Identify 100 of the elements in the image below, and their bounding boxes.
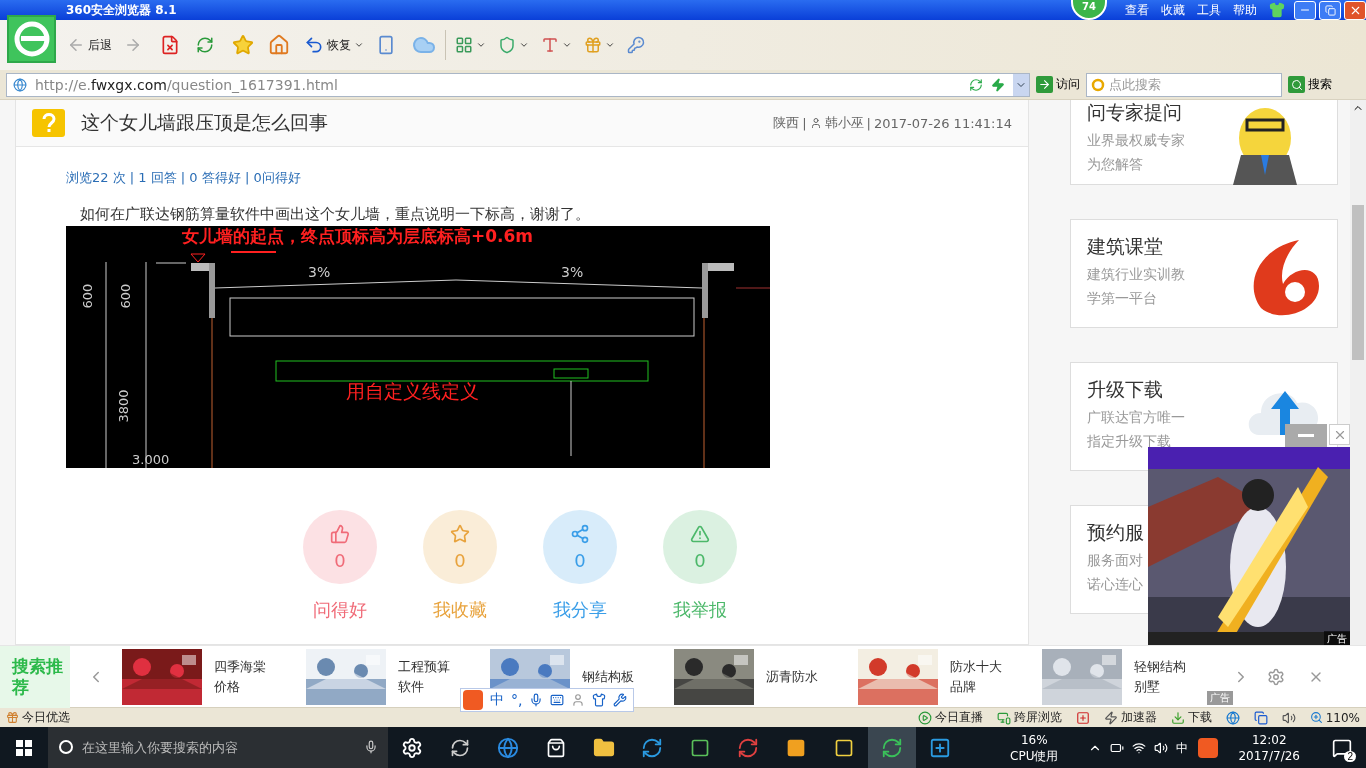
menu-item[interactable]: 帮助 (1233, 1, 1257, 19)
search-button[interactable]: 搜索 (1288, 73, 1332, 96)
question-title: 这个女儿墙跟压顶是怎么回事 (81, 110, 329, 135)
shirt-icon[interactable] (592, 693, 607, 707)
logo-icon (12, 20, 51, 58)
slope-label: 3% (308, 264, 331, 280)
ad-toast[interactable]: 广告 (1148, 447, 1350, 645)
recommend-link[interactable]: 四季海棠价格 (214, 656, 274, 697)
recommend-title: 搜索推荐 (0, 645, 70, 708)
browser-logo[interactable] (7, 15, 56, 63)
punctuation-mode[interactable]: °, (511, 692, 523, 708)
share-icon (570, 523, 590, 544)
download-icon (1170, 710, 1185, 725)
card-title: 建筑课堂 (1087, 234, 1164, 259)
ime-logo-icon[interactable] (1198, 737, 1219, 758)
caret-icon (605, 40, 615, 50)
zoom-button[interactable]: 110% (1309, 710, 1360, 725)
download-button[interactable]: 下载 (1170, 709, 1212, 726)
volume-icon[interactable] (1154, 740, 1169, 755)
caret-icon (562, 40, 572, 50)
card-text: 为您解答 (1087, 156, 1144, 174)
promo-card[interactable]: 建筑课堂 建筑行业实训教 学第一平台 (1070, 219, 1338, 328)
restore-button[interactable]: 恢复 (301, 30, 367, 60)
phone-icon (376, 35, 396, 55)
question-text: 如何在广联达钢筋算量软件中画出这个女儿墙，重点说明一下标高，谢谢了。 (80, 205, 591, 224)
menu-item[interactable]: 收藏 (1161, 1, 1185, 19)
notification-count: 2 (1344, 751, 1356, 762)
card-text: 诺心连心 (1087, 576, 1144, 594)
clock[interactable]: 12:02 2017/7/26 (1238, 731, 1300, 764)
swirl-icon (737, 736, 759, 759)
address-field[interactable]: http://e.fwxgx.com/question_1617391.html (6, 72, 1030, 97)
scrollbar[interactable] (1350, 100, 1366, 645)
minimize-button[interactable] (1294, 0, 1316, 20)
recommend-link[interactable]: 沥青防水 (766, 666, 826, 687)
ad-label: 广告 (1207, 691, 1233, 705)
wrench-icon[interactable] (613, 693, 628, 707)
plus-icon (1075, 710, 1090, 725)
refresh-icon (196, 36, 214, 54)
ime-toolbar[interactable]: 中 °, (460, 688, 635, 712)
recommend-link[interactable]: 防水十大品牌 (950, 656, 1010, 697)
keyboard-icon[interactable] (550, 693, 565, 707)
globe-icon[interactable] (1225, 710, 1240, 725)
speed-button[interactable]: 加速器 (1103, 709, 1157, 726)
windows-icon (16, 739, 32, 756)
search-field[interactable]: 点此搜索 (1086, 72, 1282, 97)
card-title: 问专家提问 (1087, 100, 1183, 125)
plus-icon (929, 736, 951, 759)
notification-button[interactable]: 2 (1318, 727, 1366, 768)
caret-icon (354, 40, 364, 50)
card-title: 预约服 (1087, 520, 1145, 545)
settings-icon (1267, 667, 1285, 686)
ime-mode[interactable]: 中 (490, 691, 504, 709)
font-icon (541, 36, 559, 54)
live-button[interactable]: 今日直播 (917, 709, 983, 726)
dimension-label: 3.000 (132, 452, 170, 467)
card-text: 服务面对 (1087, 552, 1144, 570)
loading-icon (969, 77, 983, 92)
volume-icon[interactable] (1281, 710, 1296, 725)
menu-item[interactable]: 工具 (1197, 1, 1221, 19)
stats-link[interactable]: 浏览22 次 | 1 回答 | 0 答得好 | 0问得好 (66, 169, 978, 187)
search-icon (1288, 76, 1305, 93)
ring-icon (1091, 77, 1105, 92)
recommend-link[interactable]: 轻钢结构别墅 (1134, 656, 1194, 697)
ime-indicator[interactable]: 中 (1176, 739, 1189, 756)
wifi-icon[interactable] (1132, 740, 1147, 755)
menu-item[interactable]: 查看 (1125, 1, 1149, 19)
user-icon[interactable] (571, 693, 586, 707)
key-icon (627, 36, 645, 54)
recommend-link[interactable]: 工程预算软件 (398, 656, 458, 697)
forward-icon (124, 36, 142, 54)
shirt-icon[interactable] (1269, 2, 1285, 18)
shield-icon (498, 36, 516, 54)
mic-icon[interactable] (364, 740, 378, 754)
annotation-text: 女儿墙的起点，终点顶标高为层底标高+0.6m (182, 226, 534, 246)
promo-card[interactable]: 问专家提问 业界最权威专家 为您解答 (1070, 100, 1338, 185)
minimize-ad-button[interactable] (1285, 424, 1327, 447)
stop-icon (160, 35, 180, 55)
close-ad-button[interactable] (1329, 424, 1350, 445)
action-label: 我举报 (673, 598, 727, 622)
screen-button[interactable]: 跨屏浏览 (996, 709, 1062, 726)
thumbs-up-icon (330, 523, 350, 544)
lightning-icon (991, 77, 1005, 92)
square-icon (690, 737, 710, 758)
close-button[interactable] (1344, 0, 1366, 20)
user-name[interactable]: 韩小巫 (824, 114, 864, 132)
taskbar-search-field[interactable]: 在这里输入你要搜索的内容 (48, 727, 388, 768)
note-text: 用自定义线定义 (346, 380, 479, 402)
action-label: 我分享 (553, 598, 607, 622)
maximize-button[interactable] (1319, 0, 1341, 20)
visit-button[interactable]: 访问 (1036, 73, 1080, 96)
ime-logo-icon (463, 690, 483, 710)
scrollbar-thumb[interactable] (1352, 205, 1364, 360)
daily-picks[interactable]: 今日优选 (6, 709, 70, 726)
card-text: 建筑行业实训教 (1087, 266, 1186, 284)
windows-icon[interactable] (1253, 710, 1268, 725)
recommend-link[interactable]: 钢结构板 (582, 666, 642, 687)
gift-icon (6, 711, 19, 724)
dimension-label: 600 (80, 283, 95, 309)
back-button[interactable]: 后退 (64, 30, 115, 60)
mic-icon[interactable] (529, 693, 544, 707)
